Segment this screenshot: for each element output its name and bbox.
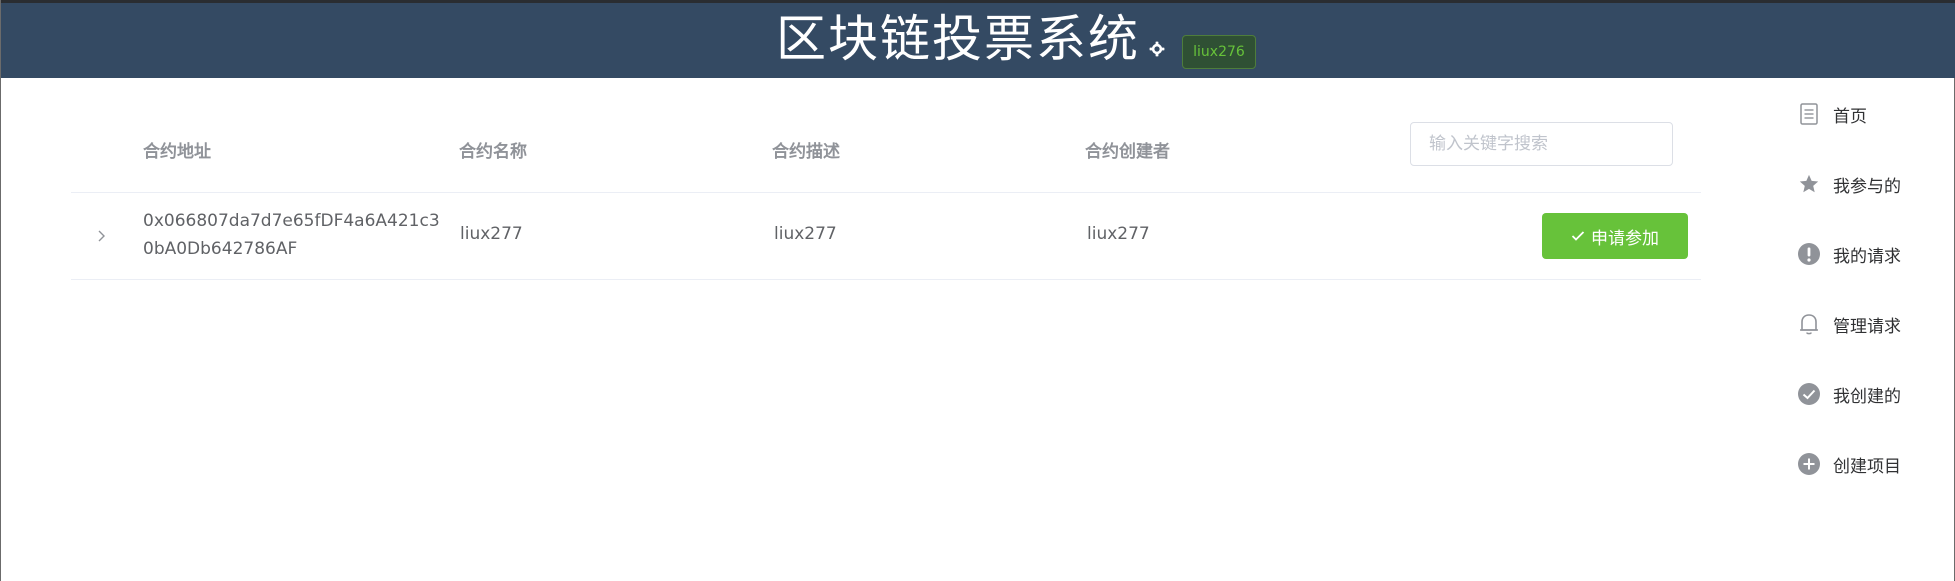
column-header-description: 合约描述 bbox=[772, 142, 840, 162]
exclamation-icon bbox=[1797, 242, 1821, 266]
gear-icon[interactable] bbox=[1149, 41, 1165, 57]
bell-icon bbox=[1797, 312, 1821, 336]
check-circle-icon bbox=[1797, 382, 1821, 406]
column-header-address: 合约地址 bbox=[143, 142, 211, 162]
cell-name: liux277 bbox=[460, 224, 523, 244]
sidebar-item-label: 管理请求 bbox=[1833, 316, 1901, 337]
apply-join-label: 申请参加 bbox=[1591, 228, 1659, 249]
apply-join-button[interactable]: 申请参加 bbox=[1542, 213, 1688, 259]
sidebar-item-label: 我创建的 bbox=[1833, 386, 1901, 407]
row-divider bbox=[71, 279, 1701, 280]
sidebar-item-label: 我的请求 bbox=[1833, 246, 1901, 267]
sidebar-item-create-project[interactable]: 创建项目 bbox=[1797, 450, 1901, 478]
user-badge[interactable]: liux276 bbox=[1182, 35, 1256, 69]
top-header: 区块链投票系统 liux276 bbox=[1, 0, 1955, 78]
star-icon bbox=[1797, 172, 1821, 196]
cell-creator: liux277 bbox=[1087, 224, 1150, 244]
sidebar-item-manage-requests[interactable]: 管理请求 bbox=[1797, 310, 1901, 338]
sidebar-item-label: 我参与的 bbox=[1833, 176, 1901, 197]
column-header-creator: 合约创建者 bbox=[1085, 142, 1170, 162]
sidebar-item-my-requests[interactable]: 我的请求 bbox=[1797, 240, 1901, 268]
row-expand-button[interactable] bbox=[91, 224, 111, 248]
check-icon bbox=[1571, 231, 1585, 241]
sidebar-item-label: 创建项目 bbox=[1833, 456, 1901, 477]
sidebar-item-home[interactable]: 首页 bbox=[1797, 100, 1867, 128]
plus-circle-icon bbox=[1797, 452, 1821, 476]
document-icon bbox=[1797, 102, 1821, 126]
search-input[interactable] bbox=[1410, 122, 1673, 166]
cell-description: liux277 bbox=[774, 224, 837, 244]
sidebar-item-label: 首页 bbox=[1833, 106, 1867, 127]
header-divider bbox=[71, 192, 1701, 193]
sidebar-item-created[interactable]: 我创建的 bbox=[1797, 380, 1901, 408]
column-header-name: 合约名称 bbox=[459, 142, 527, 162]
sidebar-item-participated[interactable]: 我参与的 bbox=[1797, 170, 1901, 198]
cell-address: 0x066807da7d7e65fDF4a6A421c30bA0Db642786… bbox=[143, 211, 440, 259]
app-title: 区块链投票系统 bbox=[776, 10, 1140, 68]
chevron-right-icon bbox=[98, 230, 105, 242]
